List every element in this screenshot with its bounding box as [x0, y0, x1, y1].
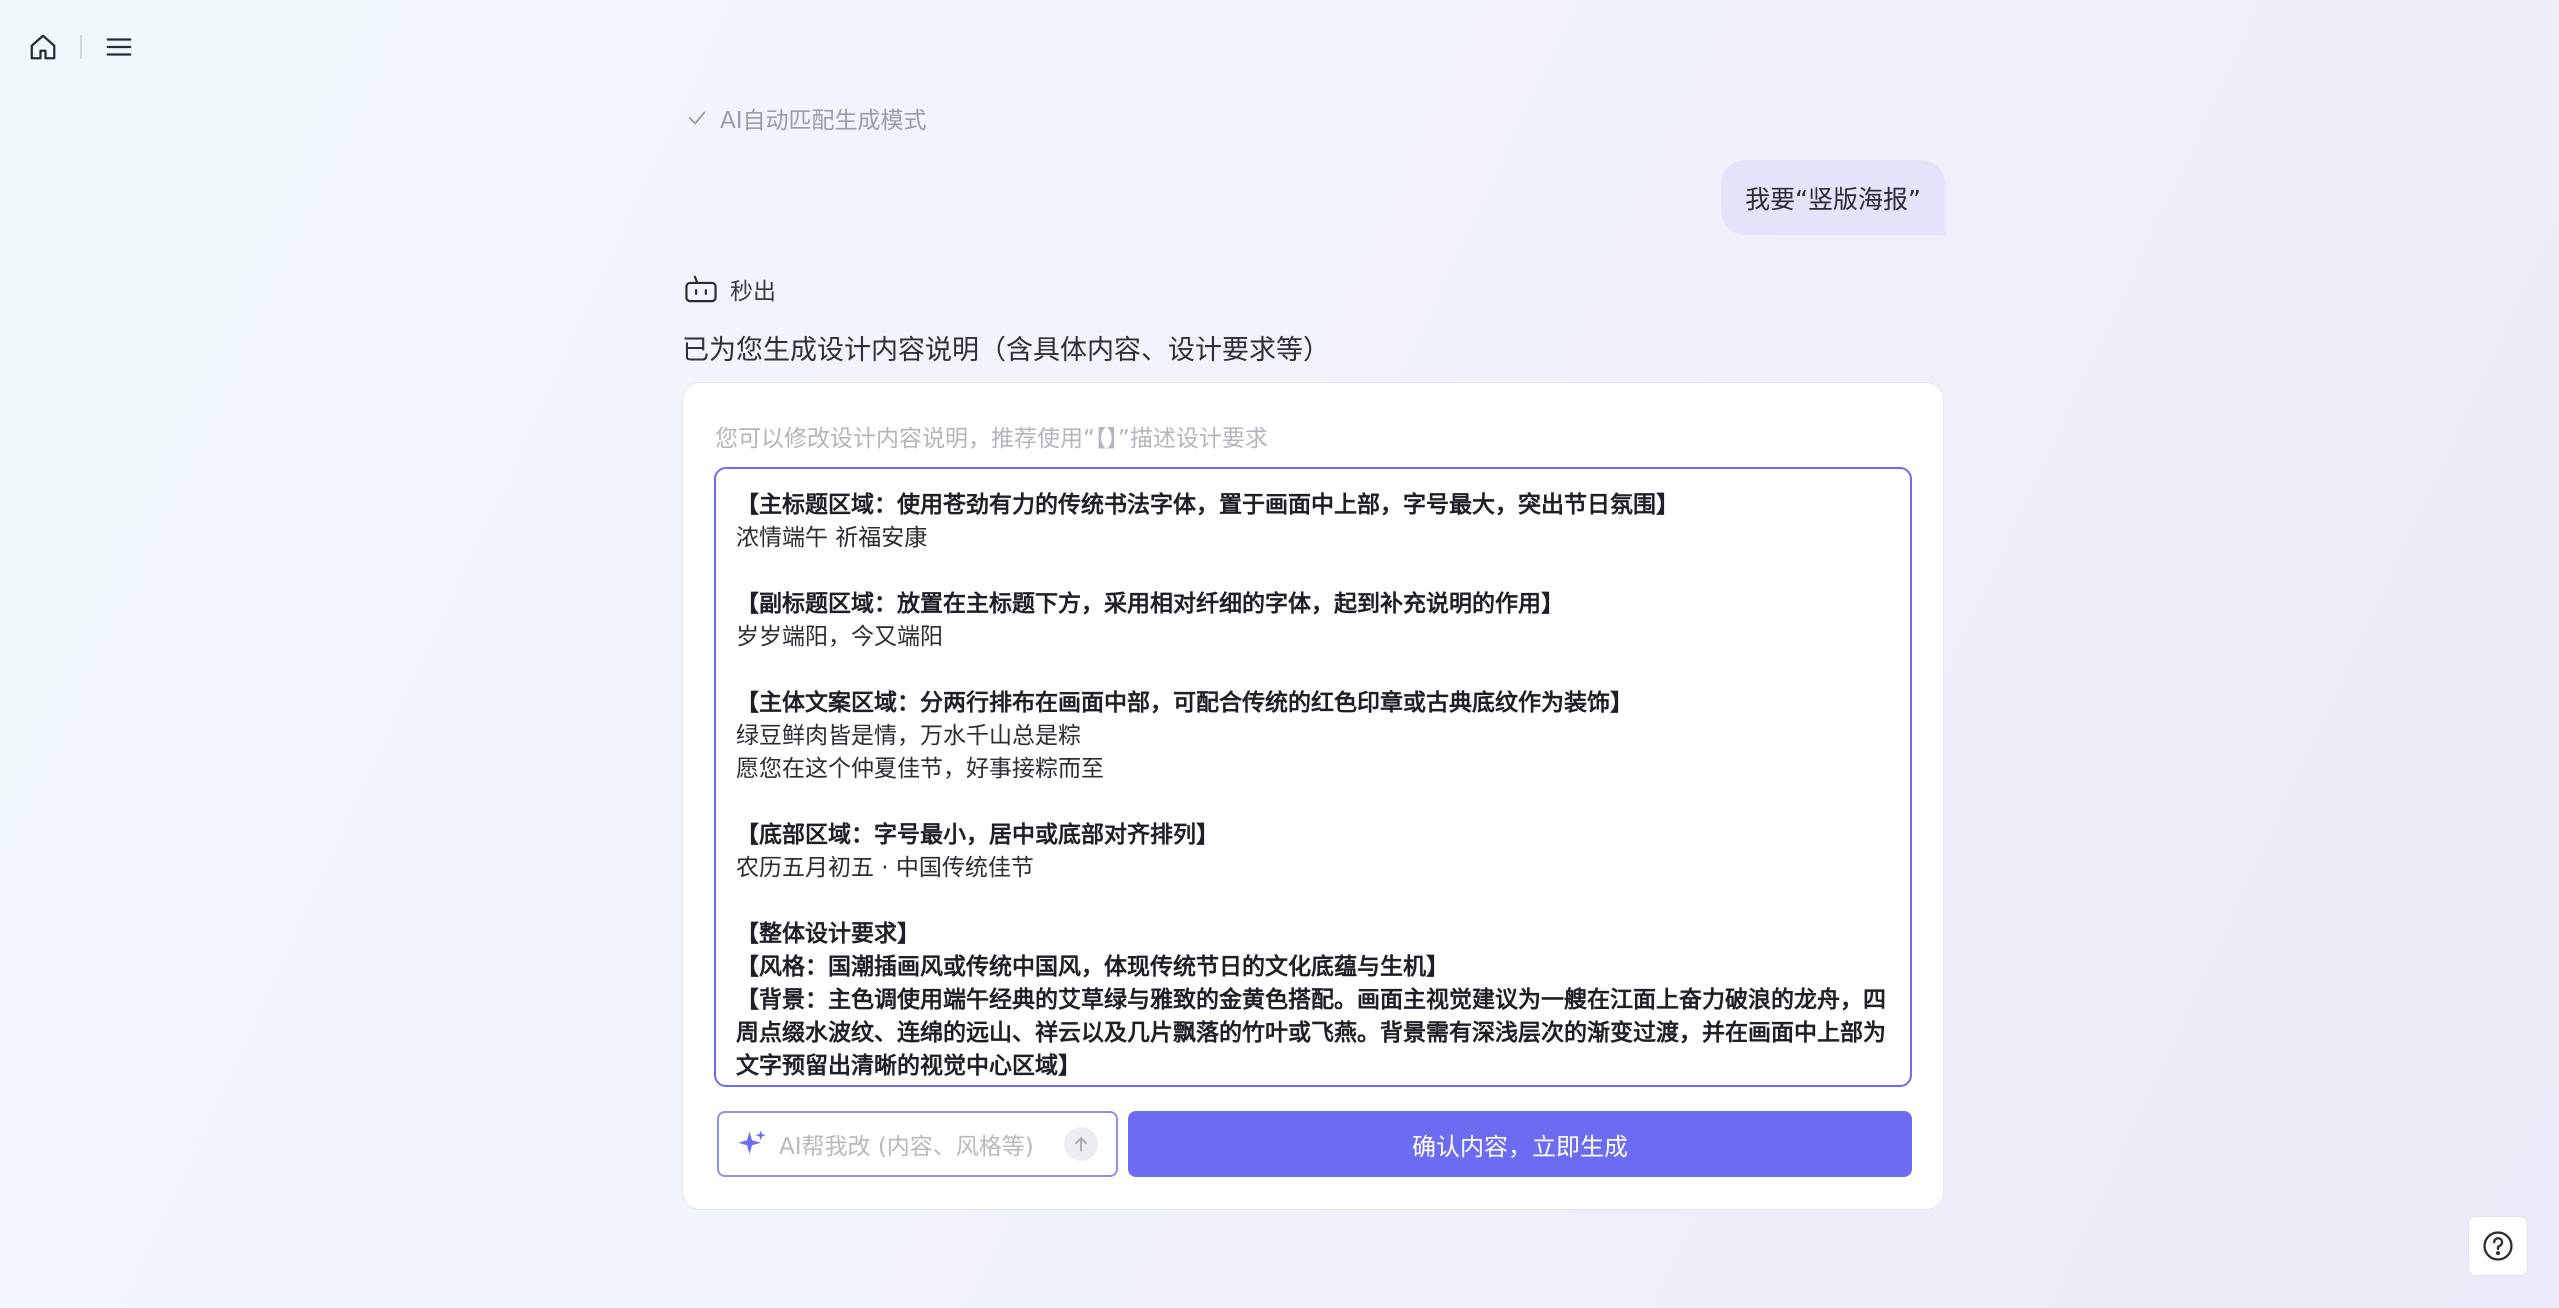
help-icon [2483, 1231, 2513, 1261]
nav-divider [80, 35, 82, 59]
robot-icon [685, 275, 717, 303]
editor-line: 文字预留出清晰的视觉中心区域】 [736, 1053, 1081, 1079]
editor-line: 农历五月初五 · 中国传统佳节 [736, 855, 1034, 881]
editor-line: 【整体设计要求】 [736, 921, 920, 947]
editor-line: 【底部区域：字号最小，居中或底部对齐排列】 [736, 822, 1219, 848]
editor-line: 【主体文案区域：分两行排布在画面中部，可配合传统的红色印章或古典底纹作为装饰】 [736, 690, 1633, 716]
ai-edit-input[interactable]: AI帮我改 (内容、风格等) [717, 1111, 1118, 1177]
top-nav [26, 30, 136, 64]
home-button[interactable] [26, 30, 60, 64]
mode-indicator: AI自动匹配生成模式 [686, 101, 927, 135]
editor-line [736, 555, 1890, 588]
editor-line: 浓情端午 祈福安康 [736, 525, 928, 551]
editor-line: 【背景：主色调使用端午经典的艾草绿与雅致的金黄色搭配。画面主视觉建议为一艘在江面… [736, 987, 1886, 1013]
home-icon [30, 34, 56, 60]
page: AI自动匹配生成模式 我要“竖版海报” 秒出 已为您生成设计内容说明（含具体内容… [0, 0, 2559, 1308]
check-icon [688, 111, 706, 125]
editor-line [736, 654, 1890, 687]
menu-button[interactable] [102, 30, 136, 64]
mode-label: AI自动匹配生成模式 [720, 108, 927, 134]
editor-line: 【主标题区域：使用苍劲有力的传统书法字体，置于画面中上部，字号最大，突出节日氛围… [736, 492, 1679, 518]
design-content-editor[interactable]: 【主标题区域：使用苍劲有力的传统书法字体，置于画面中上部，字号最大，突出节日氛围… [714, 467, 1912, 1087]
send-button[interactable] [1064, 1127, 1098, 1161]
design-content-card: 您可以修改设计内容说明，推荐使用“【】”描述设计要求 【主标题区域：使用苍劲有力… [682, 382, 1944, 1210]
ai-edit-placeholder: AI帮我改 (内容、风格等) [779, 1134, 1034, 1160]
arrow-up-icon [1075, 1137, 1087, 1152]
editor-line [736, 786, 1890, 819]
editor-line: 【副标题区域：放置在主标题下方，采用相对纤细的字体，起到补充说明的作用】 [736, 591, 1564, 617]
editor-line: 【风格：国潮插画风或传统中国风，体现传统节日的文化底蕴与生机】 [736, 954, 1449, 980]
editor-line: 绿豆鲜肉皆是情，万水千山总是粽 [736, 723, 1081, 749]
user-message-bubble: 我要“竖版海报” [1721, 160, 1945, 235]
editor-line [736, 885, 1890, 918]
bot-label: 秒出 [684, 272, 776, 306]
bot-message: 已为您生成设计内容说明（含具体内容、设计要求等） [682, 335, 1330, 366]
editor-line: 愿您在这个仲夏佳节，好事接粽而至 [736, 756, 1104, 782]
bot-name: 秒出 [730, 279, 776, 305]
editor-line: 岁岁端阳，今又端阳 [736, 624, 943, 650]
editor-line: 周点缀水波纹、连绵的远山、祥云以及几片飘落的竹叶或飞燕。背景需有深浅层次的渐变过… [736, 1020, 1886, 1046]
menu-icon [106, 38, 132, 56]
card-hint: 您可以修改设计内容说明，推荐使用“【】”描述设计要求 [715, 426, 1268, 452]
help-button[interactable] [2468, 1216, 2528, 1276]
sparkle-icon [738, 1130, 766, 1154]
confirm-generate-button[interactable]: 确认内容，立即生成 [1128, 1111, 1912, 1177]
